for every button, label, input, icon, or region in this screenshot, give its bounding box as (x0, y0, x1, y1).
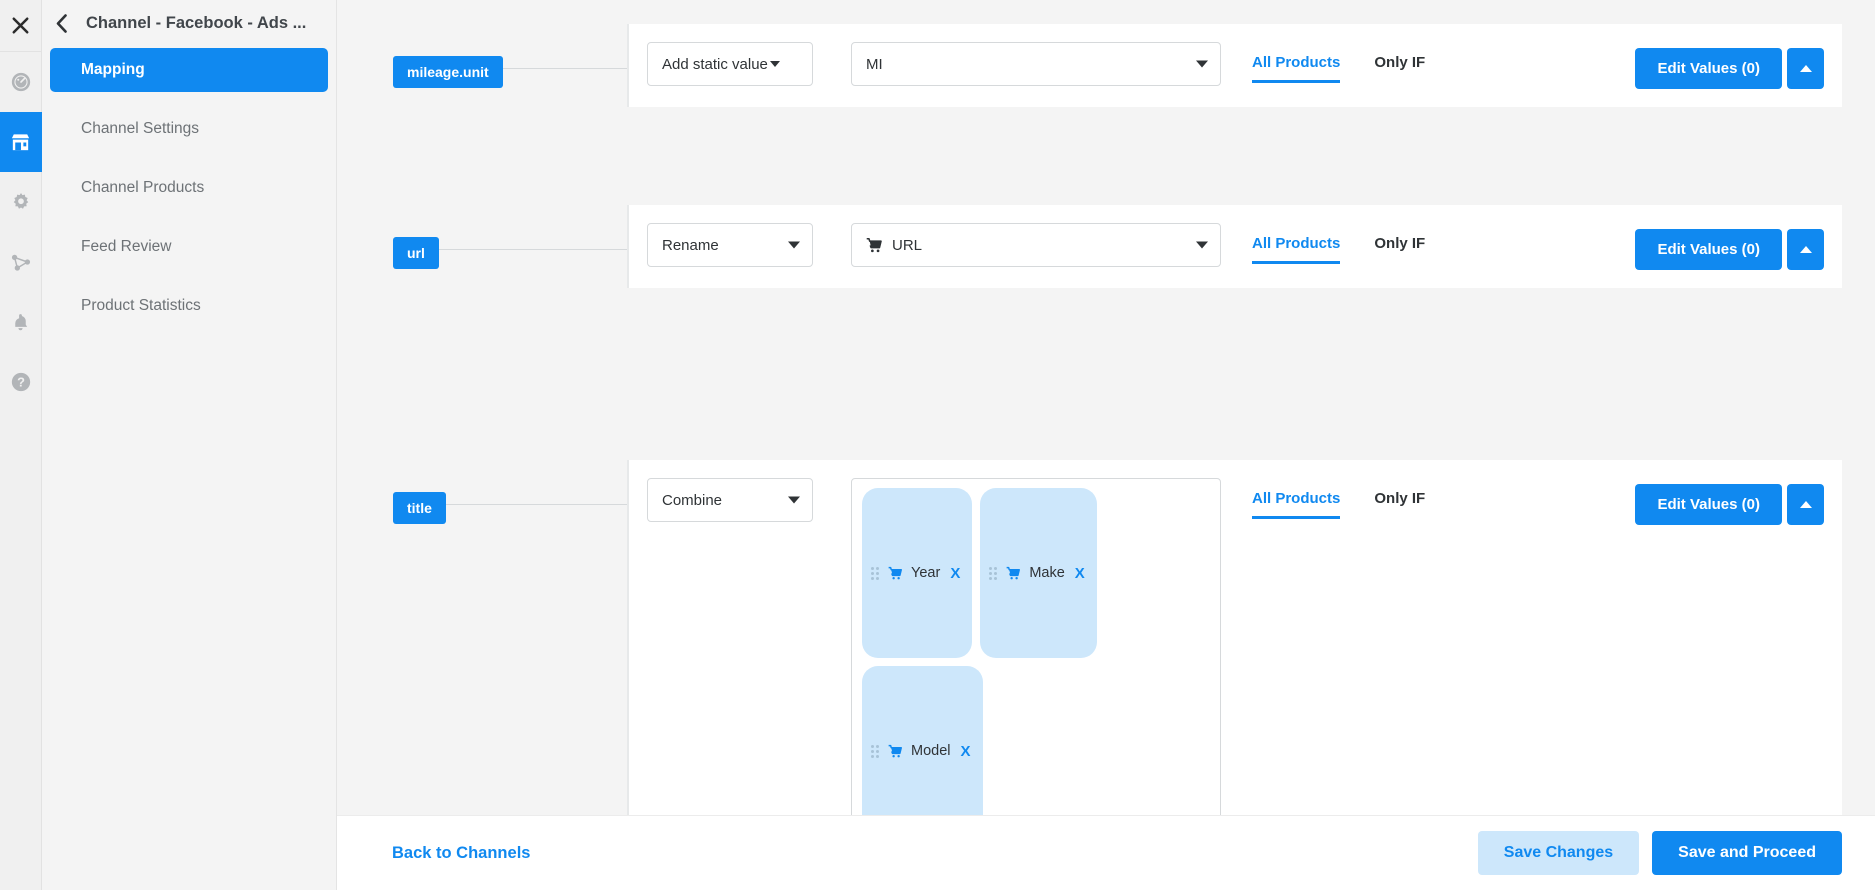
save-changes-button[interactable]: Save Changes (1478, 831, 1639, 875)
row-actions: Edit Values (0) (1635, 42, 1842, 89)
chevron-up-icon (1800, 501, 1812, 508)
close-icon[interactable] (0, 0, 42, 52)
edit-values-button[interactable]: Edit Values (0) (1635, 484, 1782, 525)
help-icon[interactable]: ? (0, 352, 42, 412)
mapping-rows: mileage.unit Add static value MI All Pro… (337, 0, 1875, 815)
drag-handle-icon[interactable] (871, 745, 880, 758)
mapping-row: mileage.unit Add static value MI All Pro… (337, 24, 1875, 107)
bell-icon[interactable] (0, 292, 42, 352)
channel-panel: Channel - Facebook - Ads ... Mapping Cha… (42, 0, 337, 890)
sidebar-item-label: Channel Settings (81, 120, 199, 138)
chevron-left-icon[interactable] (50, 12, 72, 34)
edit-values-button[interactable]: Edit Values (0) (1635, 48, 1782, 89)
save-and-proceed-button[interactable]: Save and Proceed (1652, 831, 1842, 875)
cart-icon (866, 237, 883, 254)
drag-handle-icon[interactable] (989, 567, 998, 580)
cart-icon (1006, 566, 1021, 581)
operation-select[interactable]: Add static value (647, 42, 813, 86)
chevron-down-icon (788, 497, 800, 504)
value-select[interactable]: MI (851, 42, 1221, 86)
value-select-value: MI (866, 56, 883, 73)
chevron-down-icon (788, 242, 800, 249)
sidebar-item-label: Product Statistics (81, 297, 201, 315)
remove-token-icon[interactable]: X (1075, 565, 1085, 582)
tab-only-if[interactable]: Only IF (1374, 490, 1425, 516)
cart-icon (888, 744, 903, 759)
drag-handle-icon[interactable] (871, 567, 880, 580)
collapse-button[interactable] (1787, 48, 1824, 89)
collapse-button[interactable] (1787, 229, 1824, 270)
page-title: Channel - Facebook - Ads ... (86, 14, 306, 33)
field-token[interactable]: Model X (862, 666, 983, 836)
remove-token-icon[interactable]: X (950, 565, 960, 582)
sidebar-item-label: Channel Products (81, 179, 204, 197)
footer-bar: Back to Channels Save Changes Save and P… (337, 815, 1875, 890)
field-chip-column: url (337, 205, 627, 288)
tab-all-products[interactable]: All Products (1252, 54, 1340, 83)
app-root: ? Channel - Facebook - Ads ... Mapping C… (0, 0, 1875, 890)
icon-rail: ? (0, 0, 42, 890)
operation-select[interactable]: Rename (647, 223, 813, 267)
operation-select-value: Rename (662, 237, 719, 254)
tab-all-products[interactable]: All Products (1252, 235, 1340, 264)
row-actions: Edit Values (0) (1635, 478, 1842, 525)
sidebar-item-label: Feed Review (81, 238, 171, 256)
sidebar-item-channel-products[interactable]: Channel Products (50, 166, 328, 210)
footer-actions: Save Changes Save and Proceed (1478, 831, 1842, 875)
field-chip[interactable]: title (393, 492, 446, 524)
combine-fields-box[interactable]: Year X Make X (851, 478, 1221, 848)
sidebar-item-label: Mapping (81, 61, 145, 79)
collapse-button[interactable] (1787, 484, 1824, 525)
sidebar-item-product-statistics[interactable]: Product Statistics (50, 284, 328, 328)
edit-values-button[interactable]: Edit Values (0) (1635, 229, 1782, 270)
chevron-down-icon (1196, 61, 1208, 68)
sidebar-item-mapping[interactable]: Mapping (50, 48, 328, 92)
scope-tabs: All Products Only IF (1252, 223, 1425, 264)
panel-header: Channel - Facebook - Ads ... (42, 0, 336, 46)
field-chip[interactable]: mileage.unit (393, 56, 503, 88)
field-token-label: Make (1029, 565, 1064, 581)
tab-all-products[interactable]: All Products (1252, 490, 1340, 519)
share-icon[interactable] (0, 232, 42, 292)
value-select-value: URL (892, 237, 922, 254)
sidebar-item-channel-settings[interactable]: Channel Settings (50, 107, 328, 151)
field-token-label: Year (911, 565, 940, 581)
operation-select-value: Add static value (662, 56, 768, 73)
sidebar-item-feed-review[interactable]: Feed Review (50, 225, 328, 269)
connector-line (433, 504, 627, 505)
back-to-channels-link[interactable]: Back to Channels (392, 844, 530, 863)
panel-nav: Mapping Channel Settings Channel Product… (42, 48, 336, 328)
field-token[interactable]: Make X (980, 488, 1096, 658)
cart-icon (888, 566, 903, 581)
svg-text:?: ? (17, 375, 25, 390)
value-select[interactable]: URL (851, 223, 1221, 267)
tab-only-if[interactable]: Only IF (1374, 54, 1425, 80)
sidebar-item-channels[interactable] (0, 112, 42, 172)
field-chip-column: mileage.unit (337, 24, 627, 107)
gear-icon[interactable] (0, 172, 42, 232)
mapping-card: Add static value MI All Products Only IF… (627, 24, 1842, 107)
mapping-row: url Rename URL (337, 205, 1875, 288)
row-actions: Edit Values (0) (1635, 223, 1842, 270)
operation-select-value: Combine (662, 492, 722, 509)
remove-token-icon[interactable]: X (961, 743, 971, 760)
store-icon (9, 131, 32, 154)
scope-tabs: All Products Only IF (1252, 478, 1425, 519)
operation-select[interactable]: Combine (647, 478, 813, 522)
connector-line (425, 249, 627, 250)
chevron-up-icon (1800, 65, 1812, 72)
field-token[interactable]: Year X (862, 488, 972, 658)
chevron-down-icon (770, 61, 780, 67)
tab-only-if[interactable]: Only IF (1374, 235, 1425, 261)
mapping-workspace: mileage.unit Add static value MI All Pro… (337, 0, 1875, 890)
field-chip[interactable]: url (393, 237, 439, 269)
scope-tabs: All Products Only IF (1252, 42, 1425, 83)
chevron-up-icon (1800, 246, 1812, 253)
field-token-label: Model (911, 743, 951, 759)
dashboard-icon[interactable] (0, 52, 42, 112)
chevron-down-icon (1196, 242, 1208, 249)
mapping-card: Rename URL All Products Only (627, 205, 1842, 288)
